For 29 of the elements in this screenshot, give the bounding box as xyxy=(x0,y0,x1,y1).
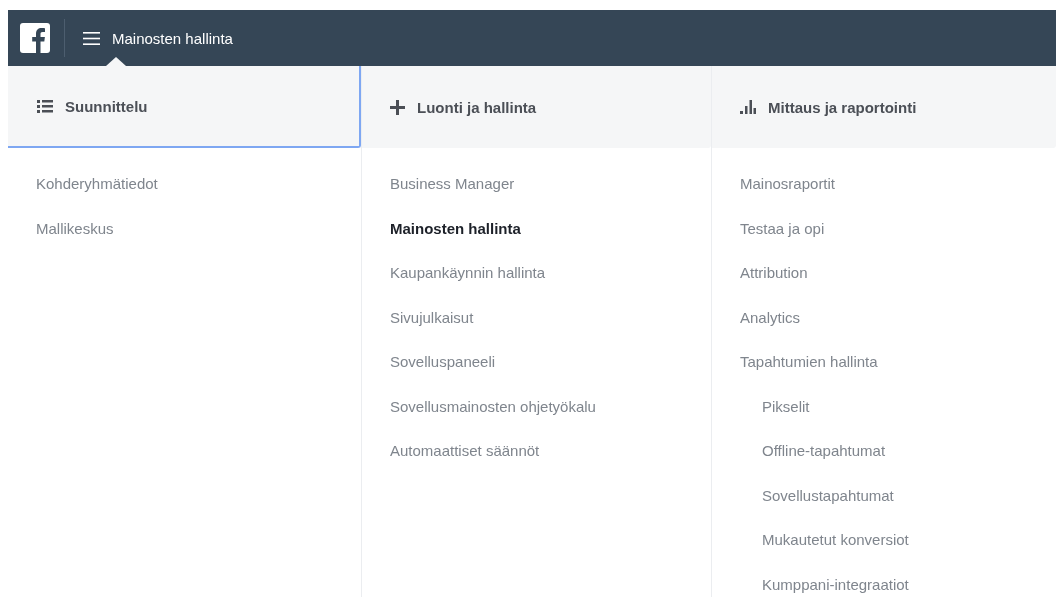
menu-item[interactable]: Business Manager xyxy=(362,174,711,194)
menu-item[interactable]: Testaa ja opi xyxy=(712,218,1056,239)
menu-item[interactable]: Pikselit xyxy=(712,396,1056,417)
menu-item[interactable]: Mainosten hallinta xyxy=(362,218,711,239)
menu-item[interactable]: Sovelluspaneeli xyxy=(362,352,711,372)
menu-item[interactable]: Kaupankäynnin hallinta xyxy=(362,263,711,283)
menu-item[interactable]: Tapahtumien hallinta xyxy=(712,352,1056,372)
app-title: Mainosten hallinta xyxy=(112,29,233,47)
menu-item[interactable]: Mainosraportit xyxy=(712,174,1056,194)
menu-item[interactable]: Mukautetut konversiot xyxy=(712,530,1056,550)
menu-item[interactable]: Automaattiset säännöt xyxy=(362,441,711,461)
menu-item[interactable]: Offline-tapahtumat xyxy=(712,441,1056,461)
menu-item[interactable]: Kumppani-integraatiot xyxy=(712,574,1056,595)
plus-icon xyxy=(390,99,405,115)
menu-item[interactable]: Mallikeskus xyxy=(8,218,361,239)
menu-item[interactable]: Sovellusmainosten ohjetyökalu xyxy=(362,396,711,417)
pointer-notch xyxy=(106,57,126,66)
menu-icon[interactable] xyxy=(83,31,100,45)
category-tab[interactable]: Suunnittelu xyxy=(8,66,361,148)
category-tab[interactable]: Luonti ja hallinta xyxy=(362,66,711,148)
menu-item[interactable]: Sovellustapahtumat xyxy=(712,485,1056,506)
list-icon xyxy=(37,99,53,113)
bar-chart-icon xyxy=(740,100,756,114)
menu-item[interactable]: Kohderyhmätiedot xyxy=(8,174,361,194)
category-tab[interactable]: Mittaus ja raportointi xyxy=(712,66,1056,148)
logo-icon xyxy=(20,23,50,53)
menu-item[interactable]: Attribution xyxy=(712,263,1056,283)
menu-item[interactable]: Sivujulkaisut xyxy=(362,307,711,328)
menu-item[interactable]: Analytics xyxy=(712,307,1056,328)
